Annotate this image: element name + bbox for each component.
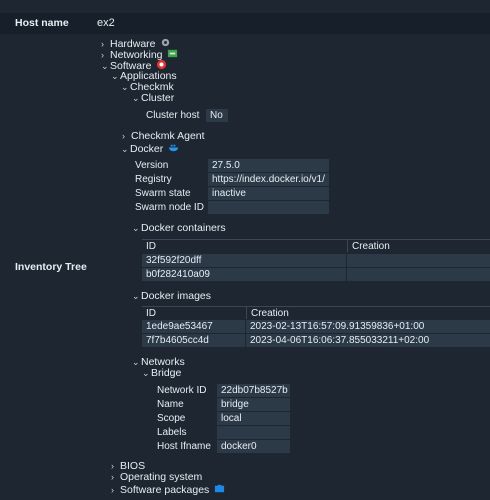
bridge-prop-value [217,426,290,439]
tree-node-checkmk-agent[interactable]: › Checkmk Agent [122,131,205,142]
table-cell-id: b0f282410a09 [142,268,346,281]
table-cell-id: 32f592f20dff [142,254,346,267]
bridge-prop-key: Network ID [153,384,216,397]
chevron-right-icon: › [111,461,114,471]
cluster-host-value: No [206,109,228,122]
host-name-row: Host name ex2 [0,13,490,34]
gear-icon [162,38,170,47]
tree-node-bridge[interactable]: ⌄Bridge [142,368,181,379]
package-icon [215,484,225,493]
tree-node-operating-system[interactable]: › Operating system [111,472,202,483]
network-icon [168,49,178,58]
table-cell-creation [347,268,490,281]
tree-node-docker-images[interactable]: ⌄Docker images [132,291,211,302]
bridge-prop-key: Host Ifname [153,440,216,453]
software-icon [157,59,167,70]
tree-node-software-packages[interactable]: › Software packages [111,483,225,496]
chevron-down-icon: ⌄ [121,82,129,92]
docker-prop-value: 27.5.0 [208,159,329,172]
inventory-page: Host name ex2 Inventory Tree › Hardware ›… [0,0,490,500]
table-cell-id: 1ede9ae53467 [142,320,245,333]
docker-prop-key: Swarm state [131,187,207,200]
docker-whale-icon [169,144,179,152]
table-cell-creation: 2023-02-13T16:57:09.91359836+01:00 [246,320,490,333]
bridge-prop-key: Scope [153,412,216,425]
docker-prop-key: Version [131,159,207,172]
docker-prop-value [208,201,329,214]
table-header-id: ID [142,239,347,252]
bridge-prop-value: bridge [217,398,290,411]
bridge-prop-value: 22db07b8527b [217,384,290,397]
chevron-down-icon: ⌄ [101,61,109,71]
bridge-prop-key: Labels [153,426,216,439]
chevron-down-icon: ⌄ [142,368,150,378]
chevron-right-icon: › [111,472,114,482]
bridge-prop-value: local [217,412,290,425]
docker-prop-key: Registry [131,173,207,186]
bridge-prop-key: Name [153,398,216,411]
docker-prop-key: Swarm node ID [131,201,207,214]
bridge-prop-value: docker0 [217,440,290,453]
table-header-creation: Creation [347,239,490,252]
inventory-tree-label: Inventory Tree [15,261,87,273]
tree-node-cluster[interactable]: ⌄Cluster [132,93,174,104]
tree-node-docker[interactable]: ⌄Docker [121,142,179,155]
tree-node-docker-containers[interactable]: ⌄Docker containers [132,223,226,234]
chevron-down-icon: ⌄ [132,357,140,367]
chevron-right-icon: › [111,485,114,495]
table-cell-creation: 2023-04-06T16:06:37.855033211+02:00 [246,334,490,347]
chevron-down-icon: ⌄ [121,144,129,154]
table-header-id: ID [142,306,246,319]
table-cell-id: 7f7b4605cc4d [142,334,245,347]
chevron-right-icon: › [122,131,125,141]
cluster-host-label: Cluster host [142,109,205,122]
table-cell-creation [347,254,490,267]
docker-prop-value: inactive [208,187,329,200]
docker-prop-value: https://index.docker.io/v1/ [208,173,329,186]
chevron-down-icon: ⌄ [132,93,140,103]
chevron-down-icon: ⌄ [132,291,140,301]
host-name-value: ex2 [97,17,115,29]
chevron-down-icon: ⌄ [132,223,140,233]
chevron-down-icon: ⌄ [111,71,119,81]
table-header-creation: Creation [246,306,490,319]
host-name-label: Host name [15,17,69,29]
